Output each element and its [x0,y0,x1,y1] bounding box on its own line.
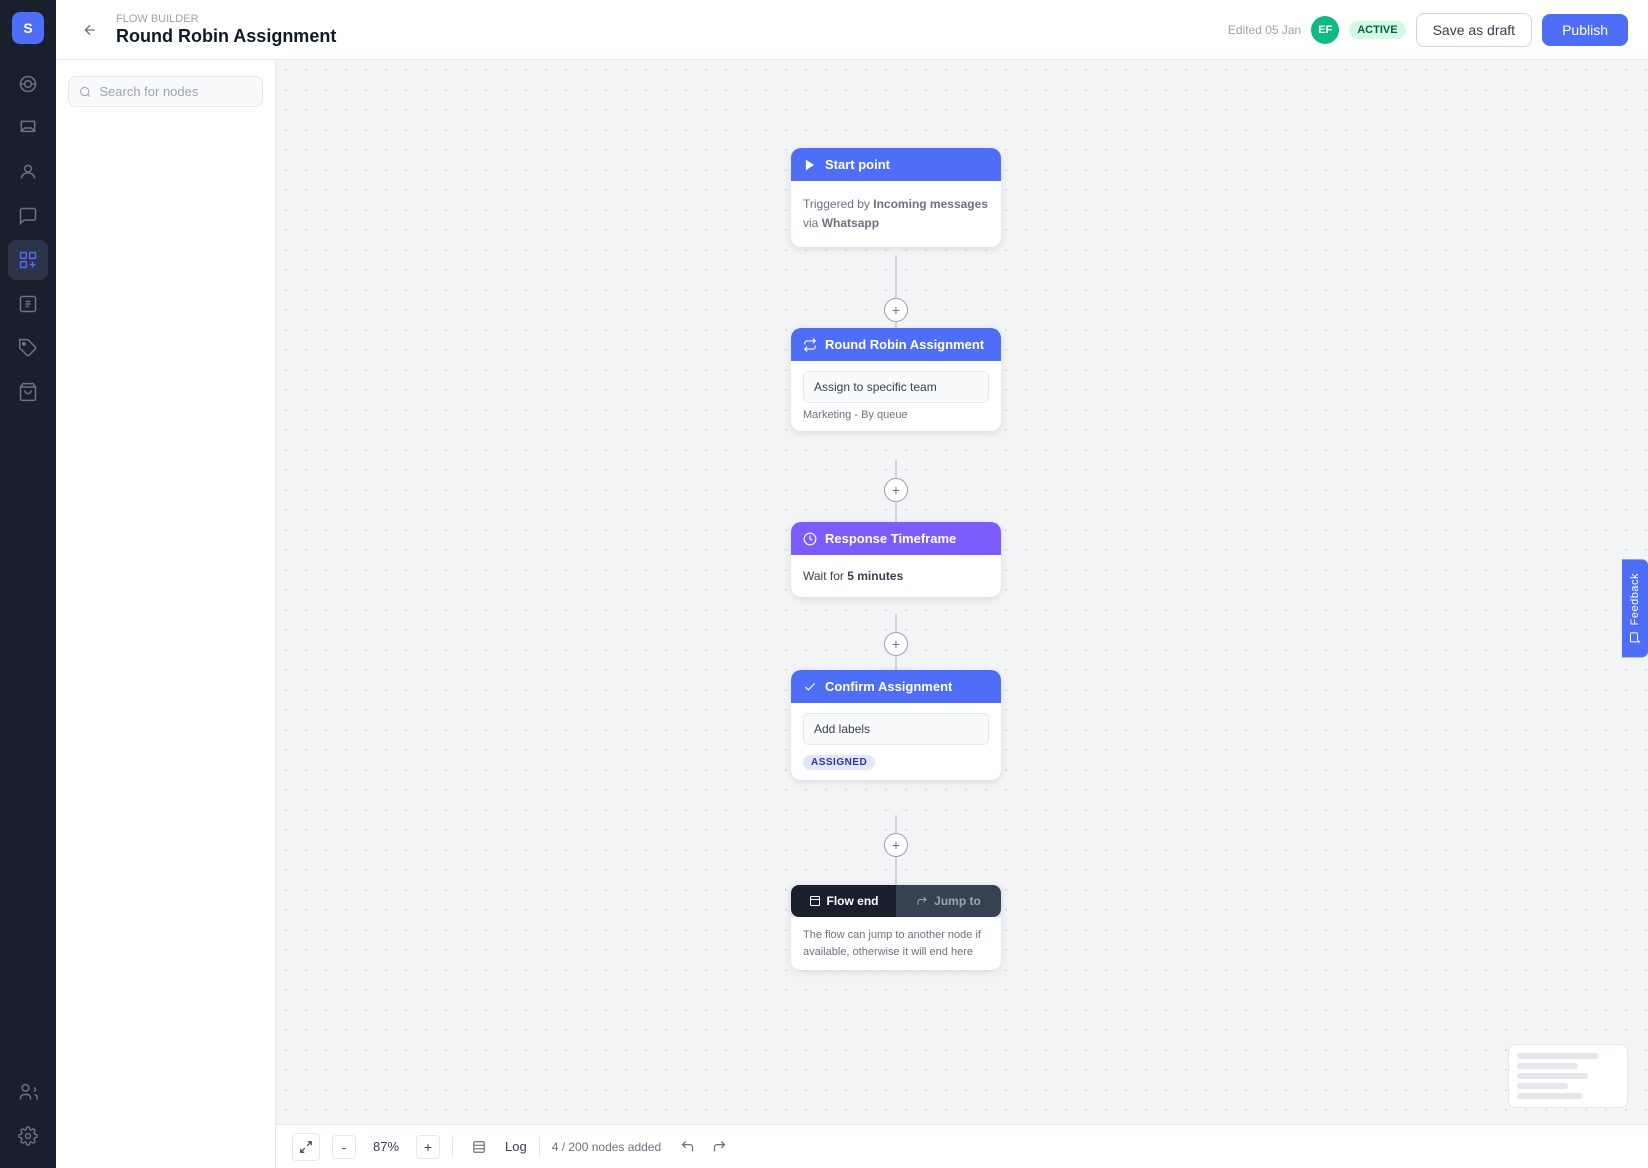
add-btn-3[interactable]: + [884,632,908,656]
mini-map-bar-3 [1517,1073,1588,1079]
flow-canvas[interactable]: Start point Triggered by Incoming messag… [276,60,1648,1168]
redo-button[interactable] [705,1133,733,1161]
sidebar-item-chat[interactable] [8,196,48,236]
rt-duration: 5 minutes [847,569,903,583]
node-rt-body: Wait for 5 minutes [791,555,1001,597]
search-wrap[interactable] [68,76,263,107]
trigger-via: via [803,216,818,230]
save-draft-button[interactable]: Save as draft [1416,13,1533,47]
trigger-bold: Incoming messages [873,197,988,211]
assigned-tag: ASSIGNED [803,755,875,770]
node-rt-title: Response Timeframe [825,531,956,546]
node-flow-end[interactable]: Flow end Jump to The flow can jump to an… [791,885,1001,970]
add-btn-1[interactable]: + [884,298,908,322]
search-input[interactable] [99,84,252,99]
mini-map-bar-2 [1517,1063,1578,1069]
node-rt-header: Response Timeframe [791,522,1001,555]
node-start-point[interactable]: Start point Triggered by Incoming messag… [791,148,1001,247]
sidebar-item-team[interactable] [8,1072,48,1112]
sidebar-item-settings[interactable] [8,1116,48,1156]
sidebar-item-inbox[interactable] [8,108,48,148]
add-btn-4[interactable]: + [884,833,908,857]
node-count: 4 / 200 nodes added [552,1140,661,1154]
divider-1 [452,1137,453,1157]
feedback-label: Feedback [1629,573,1641,625]
flow-end-tab[interactable]: Flow end [791,885,896,917]
node-response-timeframe[interactable]: Response Timeframe Wait for 5 minutes [791,522,1001,597]
trigger-text: Triggered by [803,197,870,211]
undo-button[interactable] [673,1133,701,1161]
sidebar-item-reports[interactable] [8,284,48,324]
flow-end-text: The flow can jump to another node if ava… [803,927,989,960]
node-start-body: Triggered by Incoming messages via Whats… [791,181,1001,247]
node-confirm-assignment[interactable]: Confirm Assignment Add labels ASSIGNED [791,670,1001,780]
mini-map [1508,1044,1628,1108]
canvas-wrapper: Start point Triggered by Incoming messag… [56,60,1648,1168]
node-rr-detail: Marketing - By queue [803,409,989,421]
jump-to-tab[interactable]: Jump to [896,885,1001,917]
main-content: FLOW BUILDER Round Robin Assignment Edit… [56,0,1648,1168]
node-start-title: Start point [825,157,890,172]
add-btn-2[interactable]: + [884,478,908,502]
mini-map-bar-1 [1517,1053,1599,1059]
node-ca-header: Confirm Assignment [791,670,1001,703]
sidebar-item-shop[interactable] [8,372,48,412]
node-ca-body: Add labels ASSIGNED [791,703,1001,780]
zoom-in-button[interactable]: + [416,1135,440,1159]
flow-end-tabs: Flow end Jump to [791,885,1001,917]
publish-button[interactable]: Publish [1542,14,1628,46]
sidebar-bottom [8,1072,48,1156]
node-rr-header: Round Robin Assignment [791,328,1001,361]
log-label[interactable]: Log [505,1139,527,1154]
node-ca-action: Add labels [803,713,989,745]
jump-to-label: Jump to [934,894,981,908]
zoom-level: 87% [368,1139,404,1154]
mini-map-bar-4 [1517,1083,1568,1089]
zoom-out-button[interactable]: - [332,1135,356,1159]
sidebar: S [0,0,56,1168]
node-rr-title: Round Robin Assignment [825,337,984,352]
status-badge: ACTIVE [1349,21,1405,39]
mini-map-bar-5 [1517,1093,1583,1099]
avatar: EF [1311,16,1339,44]
node-start-header: Start point [791,148,1001,181]
sidebar-item-contacts[interactable] [8,152,48,192]
sidebar-item-labels[interactable] [8,328,48,368]
left-panel [56,60,276,1168]
breadcrumb: FLOW BUILDER [116,13,336,25]
expand-button[interactable] [292,1133,320,1161]
node-ca-title: Confirm Assignment [825,679,952,694]
sidebar-item-radio[interactable] [8,64,48,104]
app-logo[interactable]: S [12,12,44,44]
search-icon [79,85,91,99]
page-title: Round Robin Assignment [116,26,336,47]
flow-end-label: Flow end [827,894,879,908]
flow-end-body: The flow can jump to another node if ava… [791,917,1001,970]
node-rr-body: Assign to specific team Marketing - By q… [791,361,1001,431]
back-button[interactable] [76,16,104,44]
node-round-robin[interactable]: Round Robin Assignment Assign to specifi… [791,328,1001,431]
feedback-button[interactable]: Feedback [1622,559,1648,657]
header: FLOW BUILDER Round Robin Assignment Edit… [56,0,1648,60]
undo-redo [673,1133,733,1161]
divider-2 [539,1137,540,1157]
bottom-bar: - 87% + Log 4 / 200 nodes added [276,1124,1648,1168]
sidebar-item-flows[interactable] [8,240,48,280]
header-right: Edited 05 Jan EF ACTIVE Save as draft Pu… [1228,13,1628,47]
node-rr-action: Assign to specific team [803,371,989,403]
log-icon[interactable] [465,1133,493,1161]
rt-text: Wait for [803,569,844,583]
edited-label: Edited 05 Jan [1228,23,1301,37]
trigger-channel: Whatsapp [822,216,879,230]
